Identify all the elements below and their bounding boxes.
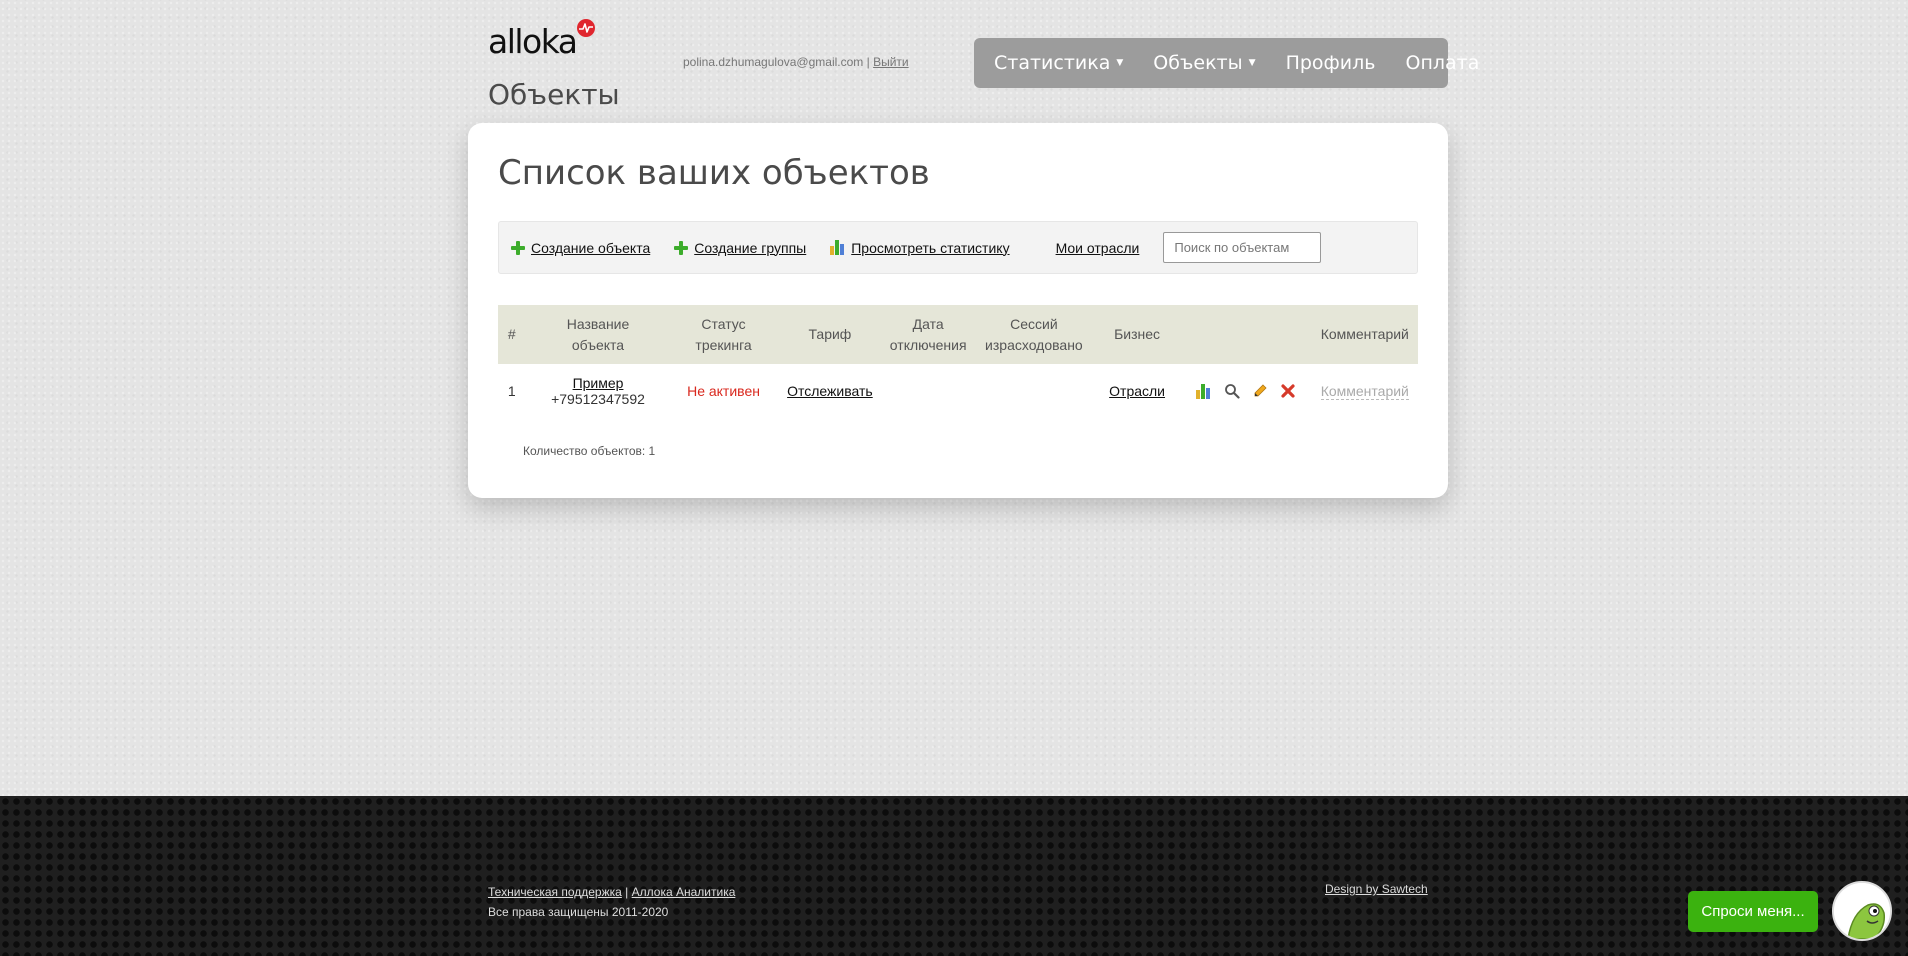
footer-separator: | (625, 885, 629, 899)
cell-actions (1180, 364, 1312, 418)
my-industries-label: Мои отрасли (1055, 239, 1140, 256)
nav-item-profile[interactable]: Профиль (1286, 52, 1376, 74)
delete-icon[interactable] (1279, 382, 1297, 400)
nav-item-label: Статистика (994, 52, 1111, 74)
mascot-icon (1834, 883, 1890, 939)
table-row: 1 Пример +79512347592 Не активен Отслежи… (498, 364, 1418, 418)
cell-date (883, 364, 973, 418)
cell-num: 1 (507, 383, 516, 399)
user-email: polina.dzhumagulova@gmail.com (683, 55, 864, 69)
copyright: Все права защищены 2011-2020 (488, 905, 669, 919)
create-group-button[interactable]: Создание группы (674, 240, 806, 256)
analytics-link[interactable]: Аллока Аналитика (632, 885, 736, 899)
footer-right: Design by Sawtech (1325, 882, 1428, 896)
chat-ask-button[interactable]: Спроси меня... (1688, 891, 1818, 932)
plus-icon (511, 240, 525, 255)
design-credit-link[interactable]: Design by Sawtech (1325, 882, 1428, 896)
objects-table: # Название объекта Статус трекинга Тариф Д… (498, 305, 1418, 418)
statistics-icon[interactable] (1195, 382, 1213, 400)
plus-icon (674, 240, 689, 255)
objects-card: Список ваших объектов Создание объекта С… (468, 123, 1448, 498)
comment-link[interactable]: Комментарий (1320, 383, 1409, 400)
footer: Техническая поддержка | Аллока Аналитика… (0, 796, 1908, 956)
objects-toolbar: Создание объекта Создание группы Просмот… (498, 221, 1418, 274)
magnifier-icon[interactable] (1223, 382, 1241, 400)
nav-item-label: Оплата (1405, 52, 1480, 74)
cell-tariff: Отслеживать (777, 364, 883, 418)
support-link[interactable]: Техническая поддержка (488, 885, 622, 899)
separator: | (866, 55, 870, 69)
objects-count: Количество объектов: 1 (523, 444, 656, 458)
col-header-status: Статус трекинга (695, 315, 752, 353)
view-stats-label: Просмотреть статистику (851, 239, 1010, 256)
object-name-link[interactable]: Пример (573, 375, 624, 391)
top-navigation: Статистика ▼ Объекты ▼ Профиль Оплата (974, 38, 1479, 88)
bar-chart-icon (830, 240, 845, 255)
object-phone: +79512347592 (551, 391, 645, 407)
col-header-business: Бизнес (1114, 326, 1161, 342)
chat-mascot-avatar[interactable] (1832, 881, 1892, 941)
col-header-tariff: Тариф (808, 326, 852, 342)
create-object-button[interactable]: Создание объекта (511, 240, 650, 256)
cell-sessions (973, 364, 1094, 418)
cell-name: Пример +79512347592 (526, 364, 671, 418)
nav-item-statistics[interactable]: Статистика ▼ (994, 52, 1123, 74)
create-object-label: Создание объекта (531, 239, 651, 256)
nav-item-payment[interactable]: Оплата (1405, 52, 1479, 74)
col-header-date: Дата отключения (889, 315, 967, 353)
col-header-comment: Комментарий (1320, 326, 1409, 342)
caret-down-icon: ▼ (1248, 58, 1256, 68)
col-header-sessions: Сессий израсходовано (985, 315, 1083, 353)
page-heading: Объекты (488, 78, 620, 111)
caret-down-icon: ▼ (1116, 58, 1124, 68)
col-header-name: Название объекта (566, 315, 630, 353)
cell-status: Не активен (687, 383, 760, 399)
logo-text: alloka (488, 22, 578, 61)
my-industries-link[interactable]: Мои отрасли (1056, 240, 1140, 256)
user-box: polina.dzhumagulova@gmail.com | Выйти (683, 55, 909, 69)
logout-link[interactable]: Выйти (873, 55, 909, 69)
view-stats-button[interactable]: Просмотреть статистику (830, 239, 1010, 256)
col-header-num: # (507, 326, 516, 342)
nav-item-label: Профиль (1285, 52, 1376, 74)
logo-pulse-icon (577, 19, 595, 37)
card-title: Список ваших объектов (498, 153, 930, 193)
page-wrapper: alloka Объекты polina.dzhumagulova@gmail… (468, 0, 1479, 796)
cell-business: Отрасли (1095, 364, 1180, 418)
pencil-icon[interactable] (1251, 382, 1269, 400)
industries-link[interactable]: Отрасли (1109, 383, 1165, 399)
footer-left: Техническая поддержка | Аллока Аналитика… (488, 882, 735, 922)
col-header-actions (1180, 305, 1312, 364)
nav-item-label: Объекты (1153, 52, 1243, 74)
cell-comment: Комментарий (1312, 364, 1418, 418)
create-group-label: Создание группы (694, 239, 807, 256)
track-link[interactable]: Отслеживать (787, 383, 873, 399)
table-header-row: # Название объекта Статус трекинга Тариф Д… (498, 305, 1418, 364)
nav-item-objects[interactable]: Объекты ▼ (1153, 52, 1255, 74)
search-input[interactable] (1163, 232, 1322, 263)
